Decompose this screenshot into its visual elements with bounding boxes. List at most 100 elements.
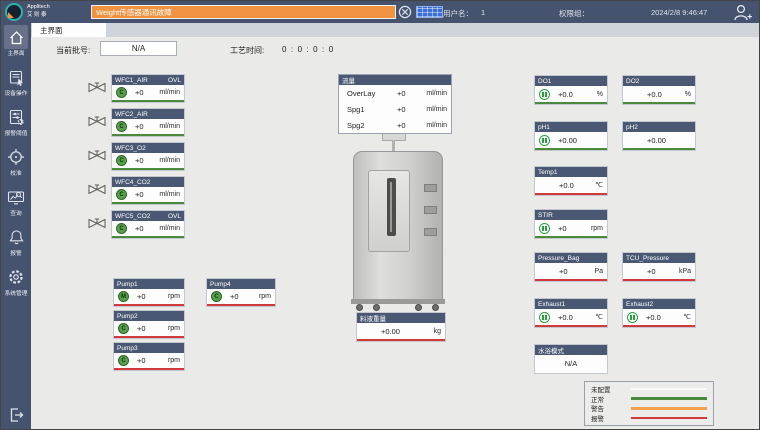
valve-name: WFC3_O2 xyxy=(115,145,146,152)
sensor-unit: Pa xyxy=(594,268,603,275)
pause-indicator[interactable] xyxy=(539,312,550,323)
sensor-value: +0.0 xyxy=(558,313,573,322)
sensor-name: Exhaust2 xyxy=(626,301,653,308)
sensor-panel-tcu-pressure[interactable]: TCU_Pressure +0kPa xyxy=(622,252,696,282)
pump-panel-4[interactable]: Pump4 C +0 rpm xyxy=(206,278,276,307)
tab-bar: 主界面 xyxy=(31,23,760,37)
valve-state-indicator[interactable]: C xyxy=(116,155,127,166)
sensor-panel-temp1[interactable]: Temp1 +0.0℃ xyxy=(534,166,608,196)
valve-icon-wfc5[interactable] xyxy=(87,216,107,231)
sidebar-label-calibration: 校准 xyxy=(10,171,21,177)
valve-state-indicator[interactable]: C xyxy=(116,189,127,200)
valve-panel-wfc5[interactable]: WFC5_CO2OVL C+0ml/min xyxy=(111,210,185,239)
pause-indicator[interactable] xyxy=(627,312,638,323)
pause-indicator[interactable] xyxy=(539,135,550,146)
system-settings-icon xyxy=(4,265,28,289)
pump-state-indicator[interactable]: M xyxy=(118,291,129,302)
vessel-caster-wheel xyxy=(415,304,422,311)
flow-row-name: Spg2 xyxy=(347,121,365,130)
pump-state-indicator[interactable]: C xyxy=(211,291,222,302)
pump-name: Pump4 xyxy=(210,281,231,288)
keyboard-icon[interactable] xyxy=(416,6,443,18)
valve-icon-wfc2[interactable] xyxy=(87,114,107,129)
flow-row-unit: ml/min xyxy=(426,106,447,113)
status-legend: 未配置 正常 警告 报警 xyxy=(584,381,714,426)
pump-state-indicator[interactable]: C xyxy=(118,355,129,366)
valve-icon-wfc1[interactable] xyxy=(87,80,107,95)
pump-panel-1[interactable]: Pump1 M+0rpm xyxy=(113,278,185,307)
flow-row-unit: ml/min xyxy=(426,90,447,97)
sensor-value: +0.0 xyxy=(647,90,662,99)
alarm-banner[interactable]: Weight传感器通讯故障 xyxy=(91,5,396,19)
sensor-name: Pressure_Bag xyxy=(538,255,579,262)
calibration-icon xyxy=(4,145,28,169)
batch-number-value: N/A xyxy=(132,44,145,53)
pump-value: +0 xyxy=(230,292,239,301)
legend-color-line xyxy=(631,397,707,400)
vessel-fitting xyxy=(424,206,437,214)
pump-panel-3[interactable]: Pump3 C+0rpm xyxy=(113,342,185,371)
tab-main-screen[interactable]: 主界面 xyxy=(32,23,106,37)
valve-value: +0 xyxy=(135,88,144,97)
sensor-panel-exhaust2[interactable]: Exhaust2 +0.0℃ xyxy=(622,298,696,328)
vessel-base-frame xyxy=(351,299,445,304)
valve-panel-wfc2[interactable]: WFC2_AIR C+0ml/min xyxy=(111,108,185,137)
username-label: 用户名： xyxy=(443,8,473,19)
valve-state-indicator[interactable]: C xyxy=(116,223,127,234)
valve-unit: ml/min xyxy=(159,123,180,130)
sidebar-item-main[interactable]: 主界面 xyxy=(1,25,31,65)
sensor-panel-pressure-bag[interactable]: Pressure_Bag +0 Pa xyxy=(534,252,608,282)
flow-row-name: Spg1 xyxy=(347,105,365,114)
sensor-panel-exhaust1[interactable]: Exhaust1 +0.0℃ xyxy=(534,298,608,328)
weight-panel[interactable]: 料液重量 +0.00kg xyxy=(356,312,446,342)
flow-panel: 流量 OverLay+0ml/min Spg1+0ml/min Spg2+0ml… xyxy=(338,74,452,134)
sidebar-item-query[interactable]: 查询 xyxy=(1,185,31,225)
pump-state-indicator[interactable]: C xyxy=(118,323,129,334)
logout-icon[interactable] xyxy=(4,403,28,427)
pump-panel-2[interactable]: Pump2 C+0rpm xyxy=(113,310,185,339)
sensor-panel-do2[interactable]: DO2 +0.0% xyxy=(622,75,696,105)
valve-panel-wfc3[interactable]: WFC3_O2 C+0ml/min xyxy=(111,142,185,171)
sensor-value: +0 xyxy=(559,267,568,276)
sensor-panel-ph1[interactable]: pH1 +0.00 xyxy=(534,121,608,151)
pump-name: Pump3 xyxy=(117,345,138,352)
legend-color-line xyxy=(631,388,707,391)
sensor-unit: rpm xyxy=(591,225,603,232)
pump-unit: rpm xyxy=(168,293,180,300)
sidebar-item-alarm-threshold[interactable]: 报警阈值 xyxy=(1,105,31,145)
valve-name: WFC2_AIR xyxy=(115,111,148,118)
flow-panel-title: 流量 xyxy=(342,75,355,85)
pause-indicator[interactable] xyxy=(539,223,550,234)
sensor-panel-stir[interactable]: STIR +0rpm xyxy=(534,209,608,239)
valve-icon-wfc4[interactable] xyxy=(87,182,107,197)
valve-value: +0 xyxy=(135,156,144,165)
pump-unit: rpm xyxy=(259,293,271,300)
sensor-unit: % xyxy=(685,91,691,98)
valve-icon-wfc3[interactable] xyxy=(87,148,107,163)
sidebar-item-device-operation[interactable]: 设备操作 xyxy=(1,65,31,105)
pump-name: Pump1 xyxy=(117,281,138,288)
sensor-panel-water-bath-mode[interactable]: 水浴模式 N/A xyxy=(534,344,608,374)
vessel-fitting xyxy=(424,228,437,236)
pause-indicator[interactable] xyxy=(539,89,550,100)
sidebar-item-calibration[interactable]: 校准 xyxy=(1,145,31,185)
process-time-value: 0 : 0 : 0 : 0 xyxy=(282,45,333,54)
batch-number-display[interactable]: N/A xyxy=(100,41,177,56)
username-value: 1 xyxy=(481,8,485,17)
valve-state-indicator[interactable]: C xyxy=(116,121,127,132)
valve-panel-wfc4[interactable]: WFC4_CO2 C+0ml/min xyxy=(111,176,185,205)
valve-panel-wfc1[interactable]: WFC1_AIROVL C+0ml/min xyxy=(111,74,185,103)
valve-state-indicator[interactable]: C xyxy=(116,87,127,98)
legend-label: 正常 xyxy=(591,394,631,404)
flow-row-value: +0 xyxy=(397,89,406,98)
sensor-panel-ph2[interactable]: pH2 +0.00 xyxy=(622,121,696,151)
sidebar-item-alarm[interactable]: 报警 xyxy=(1,225,31,265)
legend-row-normal: 正常 xyxy=(591,394,707,403)
sidebar-item-system[interactable]: 系统管理 xyxy=(1,265,31,305)
applitech-logo-text: Applitech艾 则 泰 xyxy=(27,4,50,19)
sidebar-label-alarm: 报警 xyxy=(10,251,21,257)
device-operation-icon xyxy=(4,65,28,89)
pump-value: +0 xyxy=(137,356,146,365)
alarm-mute-icon[interactable] xyxy=(398,5,412,24)
sensor-panel-do1[interactable]: DO1 +0.0% xyxy=(534,75,608,105)
